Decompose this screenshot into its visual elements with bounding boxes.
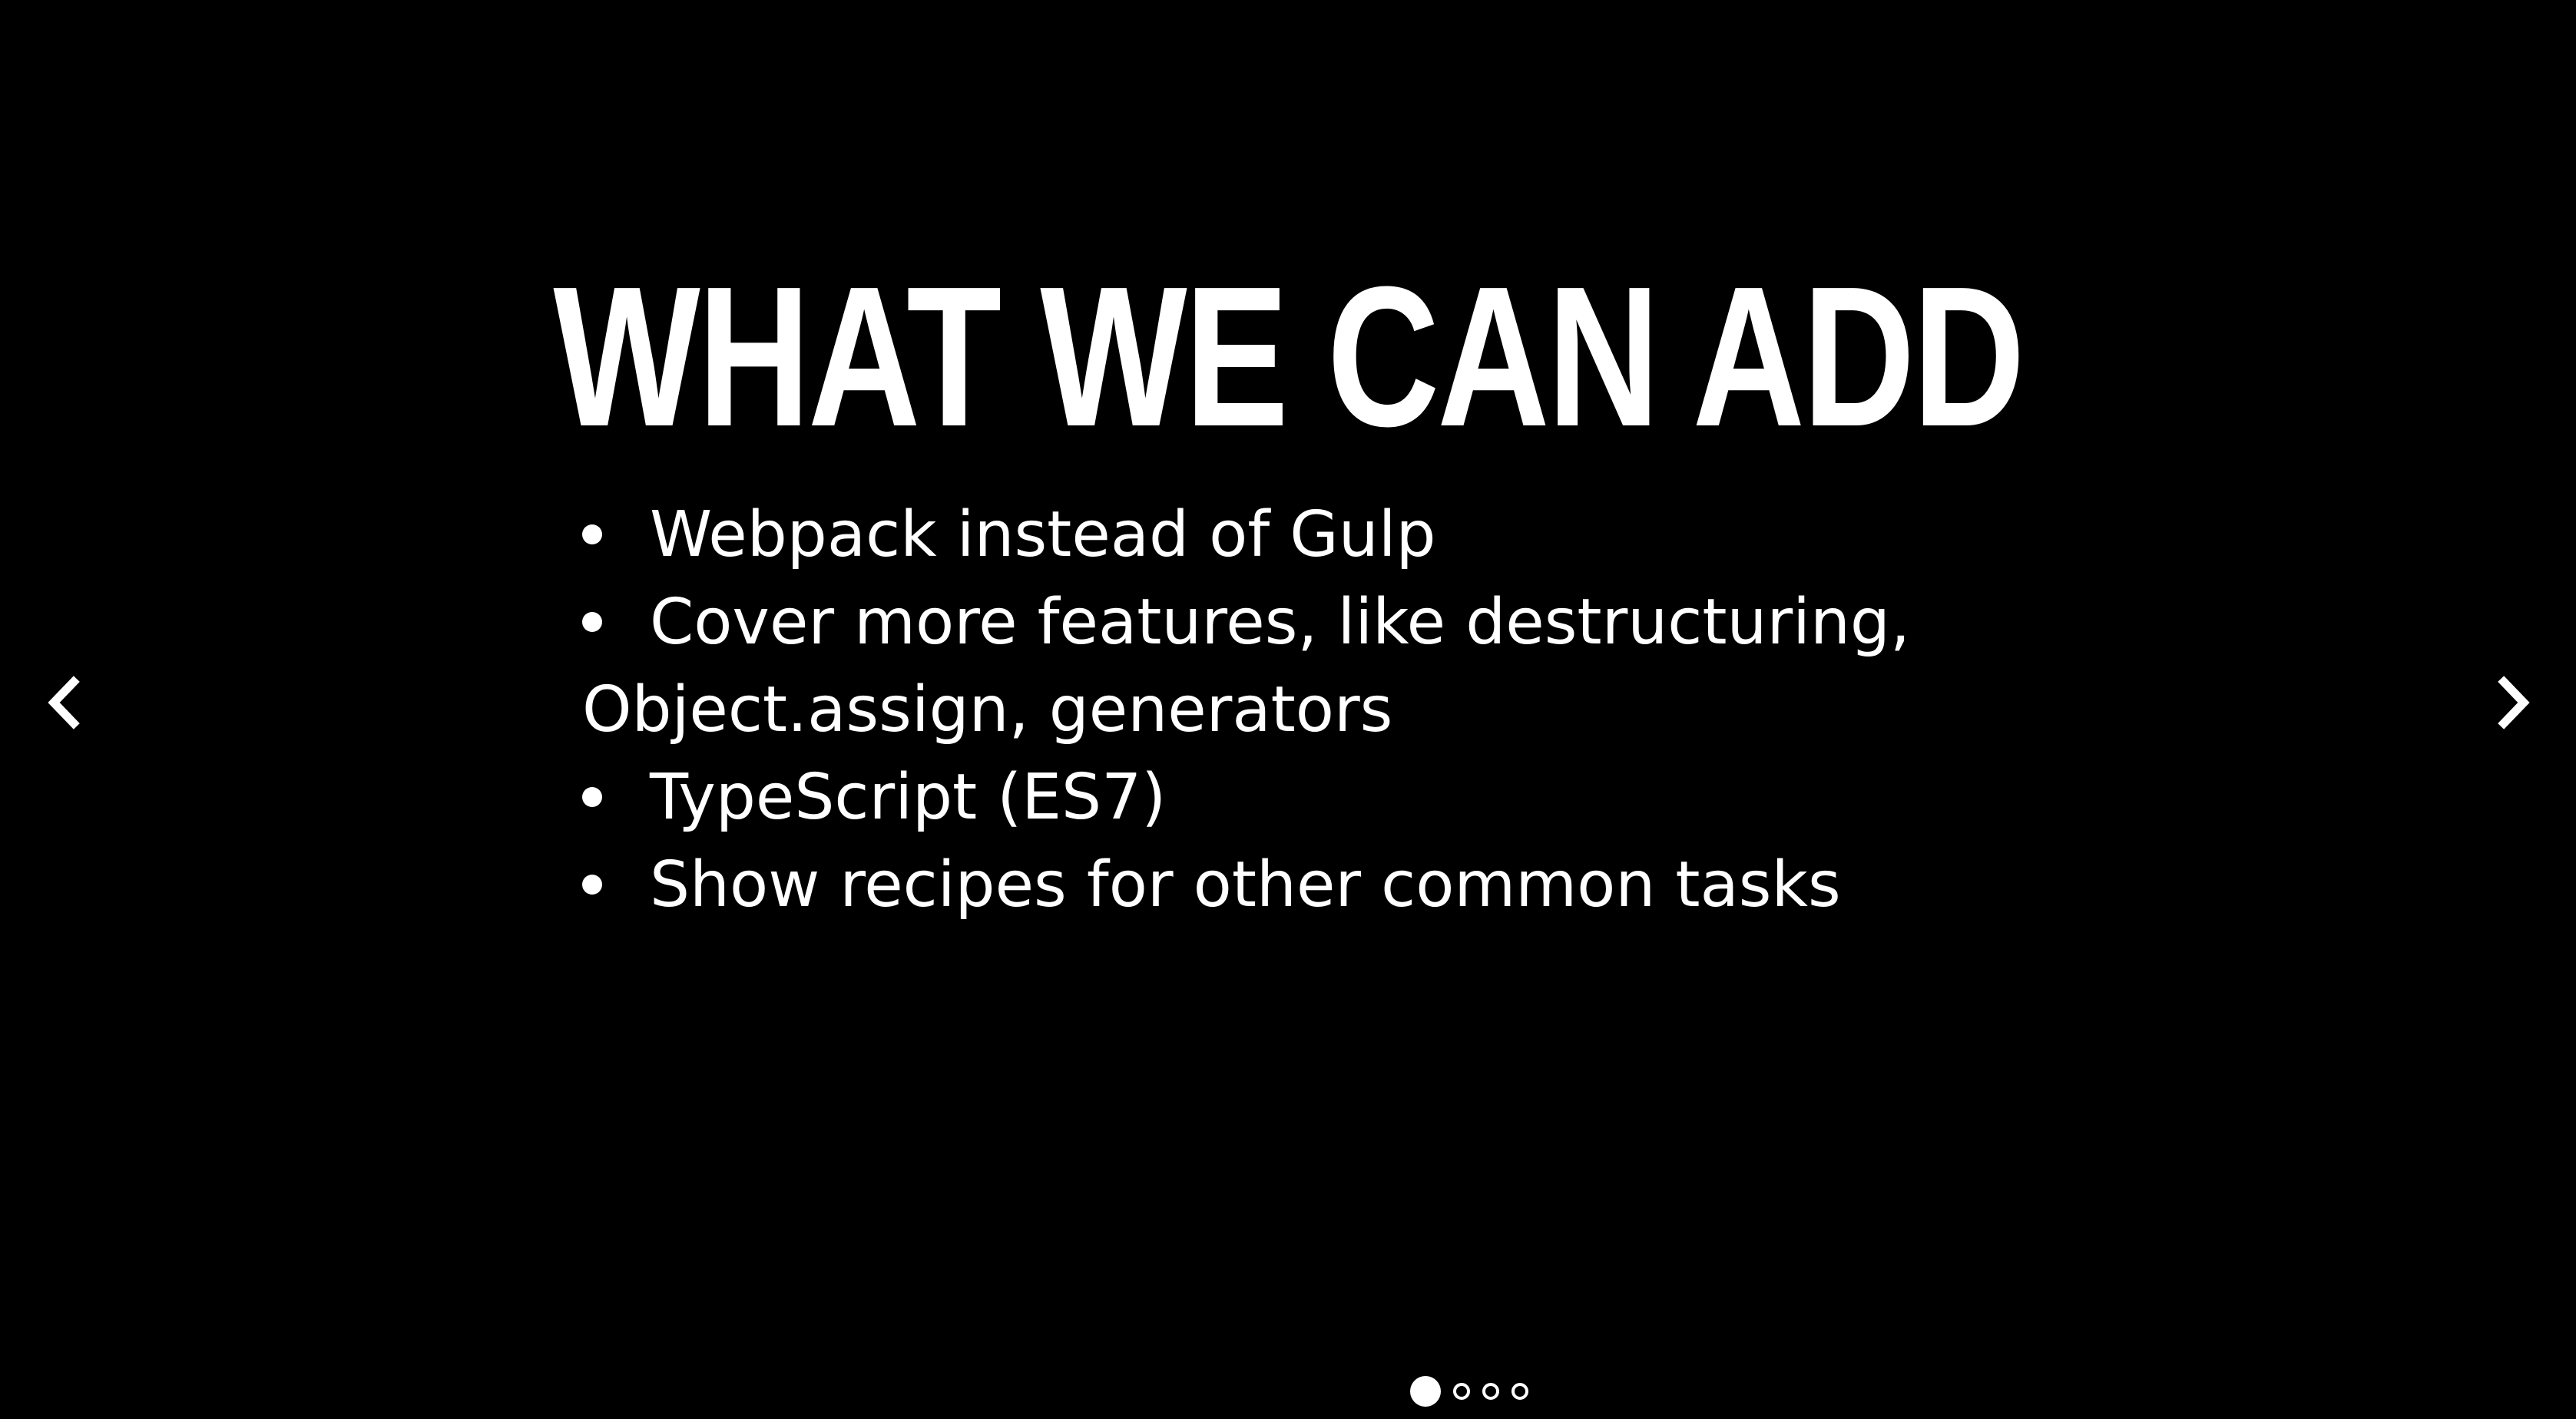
bullet-text: Object.assign, generators	[582, 673, 1393, 746]
bullet-item: Cover more features, like destructuring,	[582, 579, 2041, 666]
bullet-dot-icon	[582, 786, 602, 807]
pager-dot-4[interactable]	[1511, 1383, 1528, 1400]
slide-pager	[1410, 1374, 1528, 1408]
next-slide-button[interactable]	[2482, 668, 2544, 737]
previous-slide-button[interactable]	[34, 668, 95, 737]
chevron-left-icon	[48, 676, 80, 729]
bullet-text: Show recipes for other common tasks	[650, 848, 1841, 921]
bullet-text: TypeScript (ES7)	[650, 761, 1167, 834]
bullet-item: TypeScript (ES7)	[582, 754, 2041, 842]
bullet-dot-icon	[582, 874, 602, 895]
bullet-dot-icon	[582, 524, 602, 544]
presentation-slide: WHAT WE CAN ADD Webpack instead of Gulp …	[0, 0, 2576, 1419]
pager-dot-2[interactable]	[1453, 1383, 1470, 1400]
pager-dot-1[interactable]	[1410, 1376, 1441, 1407]
bullet-continuation: Object.assign, generators	[582, 666, 2041, 754]
bullet-item: Show recipes for other common tasks	[582, 842, 2041, 929]
bullet-list: Webpack instead of Gulp Cover more featu…	[582, 491, 2041, 929]
pager-dot-3[interactable]	[1482, 1383, 1499, 1400]
chevron-right-icon	[2498, 676, 2530, 729]
slide-title: WHAT WE CAN ADD	[553, 246, 2025, 468]
bullet-text: Webpack instead of Gulp	[650, 498, 1436, 571]
bullet-dot-icon	[582, 611, 602, 632]
bullet-item: Webpack instead of Gulp	[582, 491, 2041, 579]
bullet-text: Cover more features, like destructuring,	[650, 586, 1911, 659]
